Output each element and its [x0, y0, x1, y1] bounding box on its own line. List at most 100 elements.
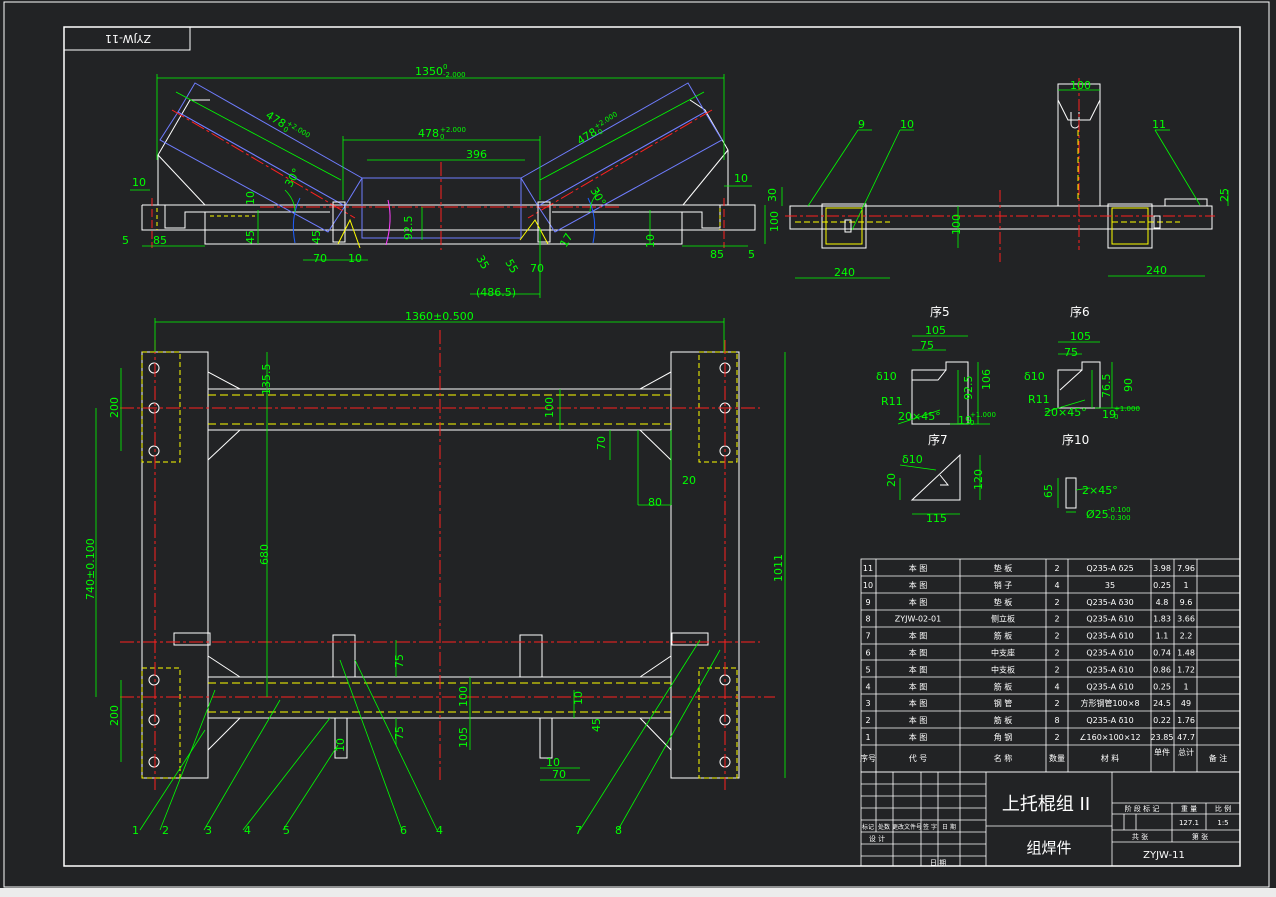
balloon-3: 3	[205, 824, 212, 837]
seq7-120: 120	[972, 469, 985, 490]
bom-cell-code: 本 图	[909, 681, 928, 691]
balloon-10: 10	[900, 118, 914, 131]
bom-cell-w1: 0.86	[1153, 665, 1171, 674]
side-dim-top: 100	[1070, 79, 1091, 92]
seq6-105: 105	[1070, 330, 1091, 343]
balloon-6: 6	[400, 824, 407, 837]
seq6-chamfer: 20×45°	[1044, 406, 1087, 419]
bom-cell-no: 11	[863, 564, 873, 573]
bom-cell-w2: 7.96	[1177, 564, 1195, 573]
plan-dim-width: 1360±0.500	[405, 310, 474, 323]
dim-overall: 1350	[415, 65, 443, 78]
balloon-9: 9	[858, 118, 865, 131]
side-dim-240-left: 240	[834, 266, 855, 279]
bom-cell-code: 本 图	[909, 732, 928, 742]
plan-dim-10-c: 10	[334, 738, 347, 752]
seq10-65: 65	[1042, 484, 1055, 498]
bom-cell-w2: 1.72	[1177, 665, 1195, 674]
seq5-r11: R11	[881, 395, 903, 408]
plan-dim-20: 20	[682, 474, 696, 487]
drawing-title: 上托棍组 II	[1002, 794, 1090, 815]
bom-cell-w1: 1.83	[1153, 615, 1171, 624]
seq6-19-tol: +1.000	[1114, 405, 1140, 413]
seq6-76: 76.5	[1100, 374, 1113, 399]
rev-sign: 签 字	[923, 823, 937, 831]
bom-cell-mat: Q235-A δ10	[1086, 665, 1133, 674]
bom-cell-w2: 1	[1183, 581, 1188, 590]
bom-cell-mat: Q235-A δ10	[1086, 716, 1133, 725]
seq5-title: 序5	[930, 304, 950, 319]
dim-5-right: 5	[748, 248, 755, 261]
dim-10-mid: 10	[644, 234, 657, 248]
bom-cell-w2: 3.66	[1177, 615, 1195, 624]
plan-dim-200-a: 200	[108, 397, 121, 418]
dim-92-5: 92.5	[402, 216, 415, 241]
bom-cell-code: 本 图	[909, 631, 928, 641]
dim-10-left: 10	[132, 176, 146, 189]
bom-cell-code: 本 图	[909, 648, 928, 658]
dim-bracket: (486.5)	[476, 286, 516, 299]
plan-dim-70-b: 70	[552, 768, 566, 781]
bom-cell-no: 7	[865, 632, 870, 641]
design-label: 设 计	[869, 834, 885, 843]
balloon-11: 11	[1152, 118, 1166, 131]
bom-cell-qty: 2	[1054, 699, 1059, 708]
bom-cell-mat: Q235-A δ10	[1086, 615, 1133, 624]
rev-count: 处数	[878, 823, 890, 831]
seq10-dia-tol: -0.100	[1108, 506, 1131, 514]
bom-cell-w1: 1.1	[1156, 632, 1169, 641]
plan-dim-75-a: 75	[393, 654, 406, 668]
sheet-no: 第 张	[1192, 832, 1208, 841]
bom-cell-mat: Q235-A δ10	[1086, 632, 1133, 641]
bom-cell-no: 4	[865, 682, 870, 691]
plan-dim-80: 80	[648, 496, 662, 509]
side-dim-240-right: 240	[1146, 264, 1167, 277]
bom-cell-name: 角 钢	[994, 732, 1013, 742]
bom-h-w1: 单件	[1154, 747, 1170, 757]
dim-85-right: 85	[710, 248, 724, 261]
dim-100: 100	[768, 211, 781, 232]
bom-cell-qty: 2	[1054, 632, 1059, 641]
bom-cell-w2: 1.48	[1177, 649, 1195, 658]
bom-cell-qty: 2	[1054, 615, 1059, 624]
bom-cell-mat: Q235-A δ10	[1086, 682, 1133, 691]
bom-cell-w1: 0.25	[1153, 581, 1171, 590]
seq5-106: 106	[980, 369, 993, 390]
bom-cell-name: 垫 板	[994, 563, 1013, 573]
dim-70: 70	[313, 252, 327, 265]
bom-cell-code: 本 图	[909, 698, 928, 708]
balloon-4b: 4	[436, 824, 443, 837]
bom-h-no: 序号	[860, 753, 876, 763]
seq5-19-tol2: 0	[970, 419, 974, 427]
weight-value: 127.1	[1179, 819, 1199, 827]
dim-center: 478	[418, 127, 439, 140]
plan-dim-1011: 1011	[772, 554, 785, 582]
bom-cell-qty: 4	[1054, 581, 1059, 590]
bom-cell-w1: 0.74	[1153, 649, 1171, 658]
bom-cell-w1: 23.85	[1151, 733, 1174, 742]
bom-cell-no: 5	[865, 665, 870, 674]
plan-dim-70: 70	[595, 436, 608, 450]
bom-cell-w2: 9.6	[1180, 598, 1193, 607]
bom-cell-name: 中支座	[991, 648, 1015, 658]
seq7-delta: δ10	[902, 453, 923, 466]
seq10-chamfer: 2×45°	[1082, 484, 1118, 497]
seq6-19-tol2: 0	[1114, 413, 1118, 421]
bom-cell-code: 本 图	[909, 597, 928, 607]
balloon-8: 8	[615, 824, 622, 837]
balloon-4: 4	[244, 824, 251, 837]
bom-cell-mat: Q235-A δ10	[1086, 649, 1133, 658]
balloon-1: 1	[132, 824, 139, 837]
bom-cell-mat: ∠160×100×12	[1079, 733, 1140, 742]
bom-cell-mat: 35	[1105, 581, 1115, 590]
dim-85-left: 85	[153, 234, 167, 247]
bom-cell-mat: Q235-A δ30	[1086, 598, 1133, 607]
bom-cell-name: 中支板	[991, 664, 1015, 674]
sheet-total: 共 张	[1132, 832, 1148, 841]
seq6-90: 90	[1122, 378, 1135, 392]
seq6-75: 75	[1064, 346, 1078, 359]
side-dim-25: 25	[1218, 188, 1231, 202]
dim-5-left: 5	[122, 234, 129, 247]
bom-cell-w2: 47.7	[1177, 733, 1195, 742]
bom-h-qty: 数量	[1049, 753, 1065, 763]
